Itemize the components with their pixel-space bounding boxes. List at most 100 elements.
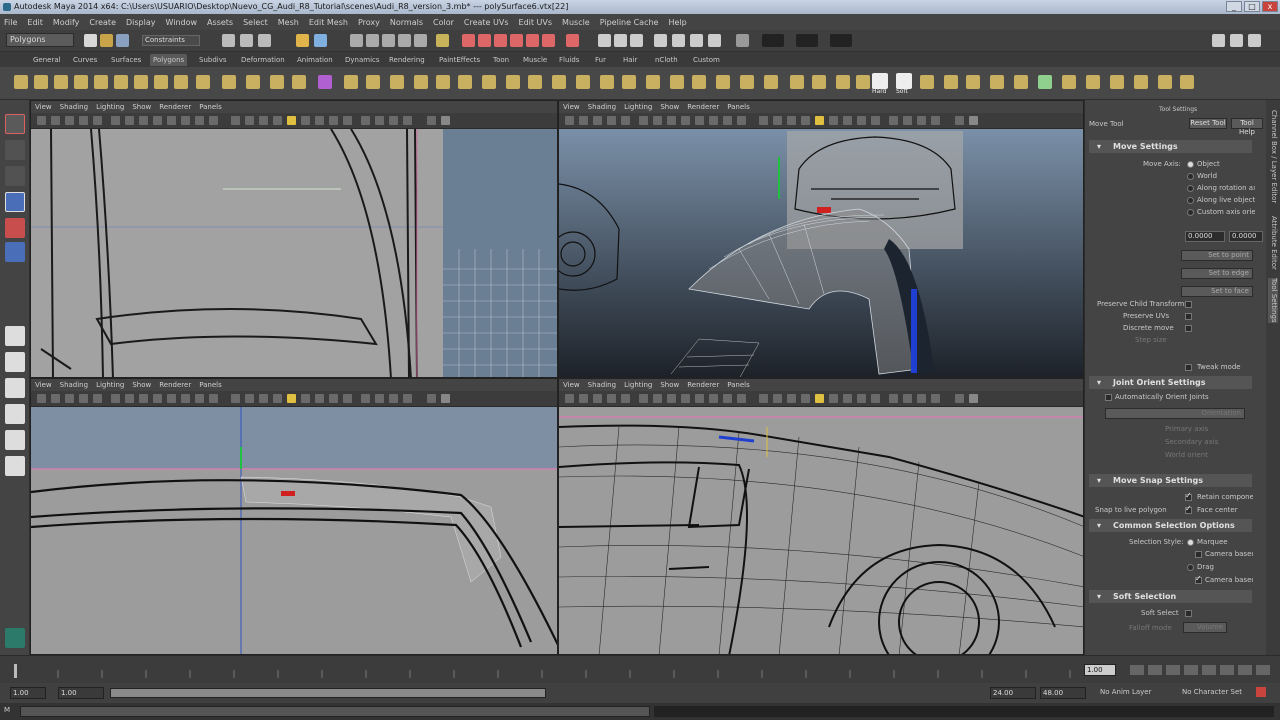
vp-menu-renderer[interactable]: Renderer xyxy=(159,103,191,111)
safe-title-icon[interactable] xyxy=(723,394,732,403)
ambient-occlusion-icon[interactable] xyxy=(361,394,370,403)
poly-pyramid-icon[interactable] xyxy=(154,75,168,89)
poly-soccer-icon[interactable] xyxy=(222,75,236,89)
play-backwards-icon[interactable] xyxy=(1184,665,1198,675)
range-start-field[interactable]: 1.00 xyxy=(10,687,46,699)
smooth-shade-icon[interactable] xyxy=(759,116,768,125)
shelf-tab-subdivs[interactable]: Subdivs xyxy=(196,54,230,66)
poly-cylinder-icon[interactable] xyxy=(54,75,68,89)
cleanup-icon[interactable] xyxy=(1158,75,1172,89)
isolate-select-icon[interactable] xyxy=(301,394,310,403)
layout-hypershade-icon[interactable] xyxy=(5,430,25,450)
vp-menu-panels[interactable]: Panels xyxy=(727,381,750,389)
step-forward-frame-icon[interactable] xyxy=(1220,665,1234,675)
vp-menu-renderer[interactable]: Renderer xyxy=(687,381,719,389)
field-chart-icon[interactable] xyxy=(695,116,704,125)
vp-menu-view[interactable]: View xyxy=(563,103,580,111)
gate-mask-icon[interactable] xyxy=(681,116,690,125)
resolution-gate-icon[interactable] xyxy=(667,394,676,403)
bookmark-icon[interactable] xyxy=(65,394,74,403)
harden-edge-icon[interactable] xyxy=(692,75,706,89)
drag-radio[interactable] xyxy=(1187,564,1194,571)
axis-value-b-field[interactable]: 0.0000 xyxy=(1229,231,1263,242)
bridge-icon[interactable] xyxy=(366,75,380,89)
viewport-side-canvas[interactable] xyxy=(31,407,558,655)
ambient-occlusion-icon[interactable] xyxy=(361,116,370,125)
ambient-occlusion-icon[interactable] xyxy=(889,394,898,403)
paint-select-tool-icon[interactable] xyxy=(5,166,25,186)
sculpt-icon[interactable] xyxy=(1180,75,1194,89)
render-view-icon[interactable] xyxy=(526,34,539,47)
poke-face-icon[interactable] xyxy=(1038,75,1052,89)
mirror-geometry-icon[interactable] xyxy=(622,75,636,89)
time-ruler[interactable] xyxy=(14,660,1076,678)
rotate-tool-icon[interactable] xyxy=(5,218,25,238)
textured-icon[interactable] xyxy=(787,116,796,125)
vp-menu-panels[interactable]: Panels xyxy=(199,103,222,111)
axis-object-radio[interactable] xyxy=(1187,161,1194,168)
menu-window[interactable]: Window xyxy=(166,18,198,27)
viewport-perspective-canvas[interactable] xyxy=(559,129,1084,378)
poly-pipe-icon[interactable] xyxy=(174,75,188,89)
slide-edge-icon[interactable] xyxy=(1014,75,1028,89)
depth-of-field-icon[interactable] xyxy=(931,394,940,403)
select-component-icon[interactable] xyxy=(258,34,271,47)
vp-menu-panels[interactable]: Panels xyxy=(727,103,750,111)
2d-pan-icon[interactable] xyxy=(621,394,630,403)
render-layer-icon[interactable] xyxy=(542,34,555,47)
input-field-2[interactable] xyxy=(796,34,818,47)
character-set-label[interactable]: No Character Set xyxy=(1182,688,1242,696)
hard-edge-icon[interactable] xyxy=(872,73,888,89)
camera-attr-icon[interactable] xyxy=(51,394,60,403)
camera-icon[interactable] xyxy=(37,394,46,403)
poly-prism-icon[interactable] xyxy=(134,75,148,89)
side-tab-channel-box[interactable]: Channel Box / Layer Editor xyxy=(1268,110,1278,203)
layout-custom-icon[interactable] xyxy=(5,456,25,476)
channel-box-toggle-icon[interactable] xyxy=(1212,34,1225,47)
input-field-3[interactable] xyxy=(830,34,852,47)
textured-icon[interactable] xyxy=(259,394,268,403)
play-forwards-icon[interactable] xyxy=(1202,665,1216,675)
isolate-select-icon[interactable] xyxy=(301,116,310,125)
reset-tool-button[interactable]: Reset Tool xyxy=(1189,118,1227,129)
snap-view-plane-icon[interactable] xyxy=(398,34,411,47)
tool-help-button[interactable]: Tool Help xyxy=(1231,118,1263,136)
hud-icon[interactable] xyxy=(955,394,964,403)
grid-icon[interactable] xyxy=(639,394,648,403)
crease-icon[interactable] xyxy=(990,75,1004,89)
layout-single-icon[interactable] xyxy=(598,34,611,47)
combine-icon[interactable] xyxy=(270,75,284,89)
hud-icon[interactable] xyxy=(427,394,436,403)
tweak-mode-checkbox[interactable] xyxy=(1185,364,1192,371)
xray-active-icon[interactable] xyxy=(871,116,880,125)
image-plane-icon[interactable] xyxy=(79,394,88,403)
safe-title-icon[interactable] xyxy=(723,116,732,125)
separate-icon[interactable] xyxy=(292,75,306,89)
camera-attr-icon[interactable] xyxy=(51,116,60,125)
depth-of-field-icon[interactable] xyxy=(931,116,940,125)
layout-uv-icon[interactable] xyxy=(856,75,870,89)
field-chart-icon[interactable] xyxy=(695,394,704,403)
xray-icon[interactable] xyxy=(315,394,324,403)
extract-icon[interactable] xyxy=(1110,75,1124,89)
gate-mask-icon[interactable] xyxy=(153,394,162,403)
shelf-tab-ncloth[interactable]: nCloth xyxy=(652,54,681,66)
scale-tool-icon[interactable] xyxy=(5,242,25,262)
antialiasing-icon[interactable] xyxy=(389,394,398,403)
menu-color[interactable]: Color xyxy=(433,18,454,27)
viewport-extra-icon[interactable] xyxy=(441,116,450,125)
viewport-top-canvas[interactable] xyxy=(31,129,558,378)
vp-menu-shading[interactable]: Shading xyxy=(60,103,88,111)
xray-joints-icon[interactable] xyxy=(857,116,866,125)
make-live-icon[interactable] xyxy=(414,34,427,47)
film-gate-icon[interactable] xyxy=(653,116,662,125)
axis-rotation-radio[interactable] xyxy=(1187,185,1194,192)
2d-pan-icon[interactable] xyxy=(621,116,630,125)
open-scene-icon[interactable] xyxy=(100,34,113,47)
axis-live-radio[interactable] xyxy=(1187,197,1194,204)
dope-sheet-icon[interactable] xyxy=(708,34,721,47)
vp-menu-renderer[interactable]: Renderer xyxy=(159,381,191,389)
poly-cone-icon[interactable] xyxy=(74,75,88,89)
shadows-icon[interactable] xyxy=(815,116,824,125)
ambient-occlusion-icon[interactable] xyxy=(889,116,898,125)
